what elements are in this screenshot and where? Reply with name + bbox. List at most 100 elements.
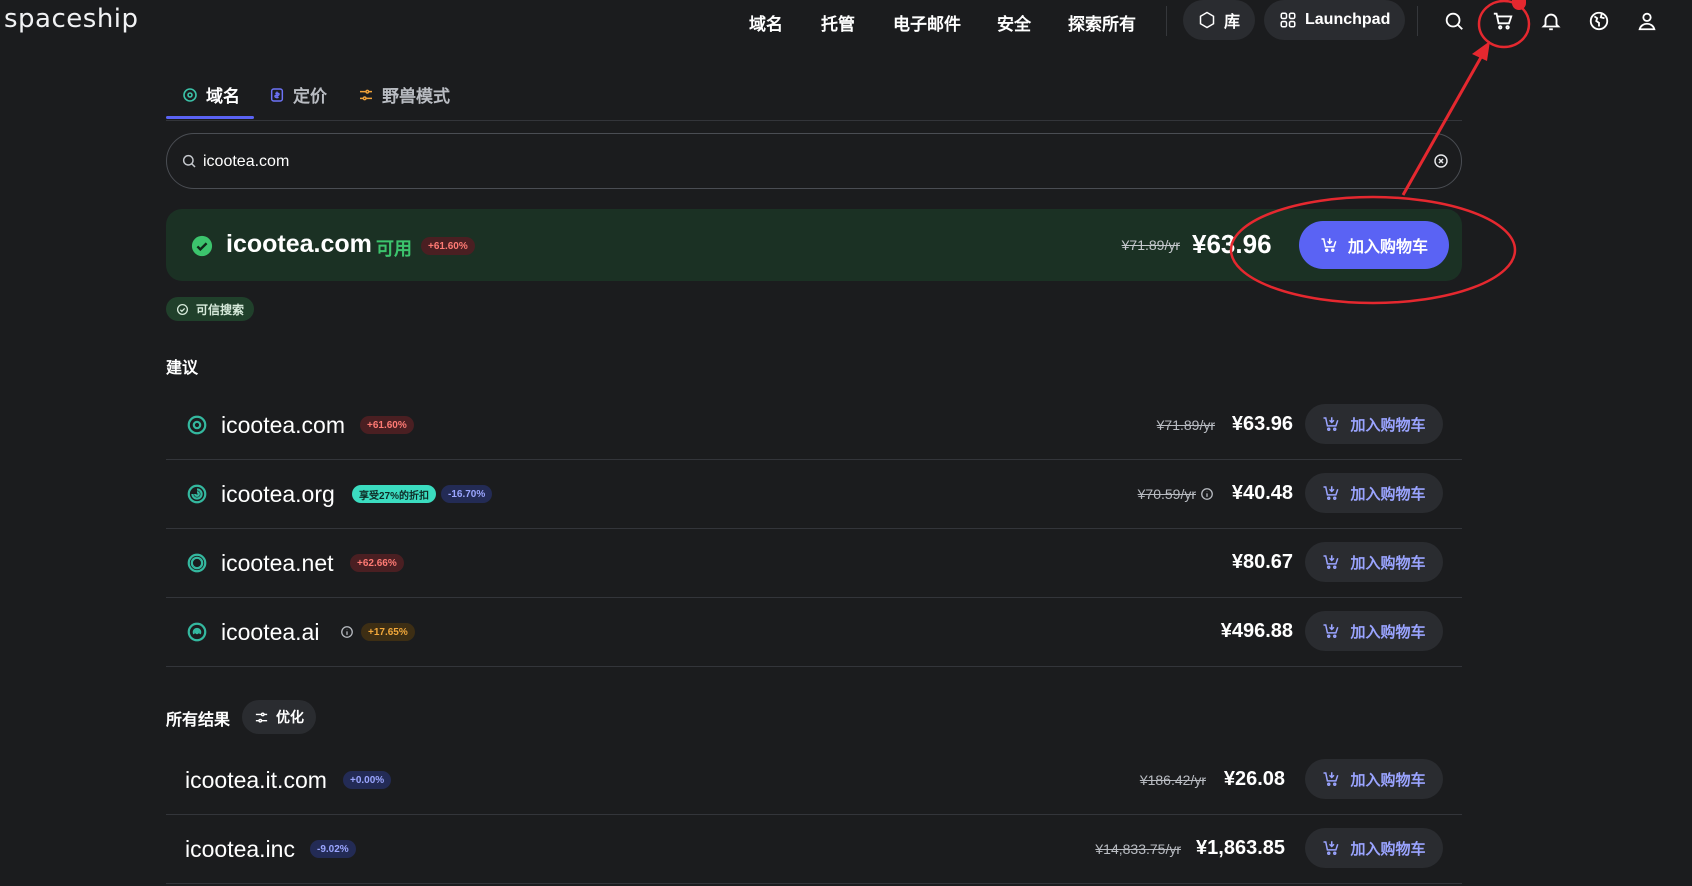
annotation-arrow-head	[1472, 41, 1490, 61]
refine-button[interactable]: 优化	[242, 700, 316, 734]
add-to-cart-label: 加入购物车	[1350, 554, 1426, 572]
bell-icon[interactable]	[1540, 10, 1562, 32]
globe-icon[interactable]	[1588, 10, 1610, 32]
original-price: ¥70.59/yr	[1137, 486, 1196, 502]
all-results-title: 所有结果	[166, 712, 231, 729]
nav-security[interactable]: 安全	[997, 10, 1031, 35]
nav-email[interactable]: 电子邮件	[893, 10, 961, 35]
check-circle-icon	[191, 235, 213, 257]
add-to-cart-label: 加入购物车	[1350, 623, 1426, 641]
refine-label: 优化	[276, 709, 304, 725]
tab-label: 定价	[293, 87, 327, 106]
add-to-cart-label: 加入购物车	[1347, 239, 1428, 256]
org-tld-icon	[186, 483, 208, 505]
nav-divider	[1166, 6, 1167, 36]
tabs-divider	[166, 120, 1462, 121]
logo[interactable]: spaceship	[4, 4, 139, 34]
cart-add-icon	[1322, 622, 1340, 640]
current-price: ¥1,863.85	[1196, 837, 1285, 859]
nav-hosting[interactable]: 托管	[821, 10, 855, 35]
add-to-cart-button[interactable]: 加入购物车	[1305, 759, 1443, 799]
add-to-cart-button[interactable]: 加入购物车	[1305, 404, 1443, 444]
tab-active-indicator	[166, 116, 254, 119]
hexagon-icon	[1198, 11, 1216, 29]
sliders-icon	[254, 710, 269, 725]
add-to-cart-button[interactable]: 加入购物车	[1305, 542, 1443, 582]
nav-domains[interactable]: 域名	[749, 10, 783, 35]
launchpad-button[interactable]: Launchpad	[1264, 0, 1406, 40]
domain-name: icootea.ai	[221, 619, 320, 645]
add-to-cart-button[interactable]: 加入购物车	[1305, 828, 1443, 868]
price-change-tag: +61.60%	[360, 416, 414, 434]
domain-name: icootea.inc	[185, 836, 295, 862]
info-icon[interactable]	[1200, 487, 1214, 501]
nav-explore-all[interactable]: 探索所有	[1068, 10, 1136, 35]
launchpad-label: Launchpad	[1305, 11, 1391, 28]
cart-icon[interactable]	[1492, 10, 1514, 32]
add-to-cart-label: 加入购物车	[1350, 840, 1426, 858]
cart-badge	[1512, 0, 1526, 10]
availability-status: 可用	[376, 239, 412, 259]
sliders-icon	[358, 87, 374, 103]
cart-add-icon	[1322, 415, 1340, 433]
price-change-tag: +0.00%	[343, 771, 392, 789]
com-tld-icon	[186, 414, 208, 436]
price-change-tag: +61.60%	[421, 237, 475, 255]
cart-add-icon	[1322, 484, 1340, 502]
domain-name: icootea.net	[221, 550, 334, 576]
search-icon[interactable]	[1443, 10, 1465, 32]
trusted-search-badge: 可信搜索	[166, 297, 255, 321]
discount-tag: 享受27%的折扣	[352, 485, 437, 503]
library-label: 库	[1224, 14, 1241, 31]
search-input[interactable]	[203, 149, 1383, 175]
price-change-tag: -9.02%	[310, 840, 356, 858]
tab-pricing[interactable]: 定价	[269, 82, 327, 107]
tab-beast-mode[interactable]: 野兽模式	[358, 82, 450, 107]
add-to-cart-label: 加入购物车	[1350, 416, 1426, 434]
suggestions-title: 建议	[166, 360, 199, 377]
price-tag-icon	[269, 87, 285, 103]
domain-name: icootea.com	[221, 412, 346, 438]
user-icon[interactable]	[1636, 10, 1658, 32]
cart-add-icon	[1322, 839, 1340, 857]
ai-tld-icon	[186, 621, 208, 643]
add-to-cart-button[interactable]: 加入购物车	[1299, 221, 1449, 269]
search-bar[interactable]	[166, 133, 1462, 189]
original-price: ¥71.89/yr	[1156, 417, 1215, 433]
net-tld-icon	[186, 552, 208, 574]
exact-match-domain: icootea.com	[226, 230, 372, 258]
info-icon[interactable]	[340, 625, 354, 639]
add-to-cart-button[interactable]: 加入购物车	[1305, 611, 1443, 651]
original-price: ¥14,833.75/yr	[1095, 841, 1181, 857]
original-price: ¥186.42/yr	[1139, 772, 1206, 788]
clear-search-icon[interactable]	[1433, 153, 1449, 169]
current-price: ¥63.96	[1231, 413, 1293, 435]
tab-domains[interactable]: 域名	[182, 82, 240, 107]
price-change-tag: +17.65%	[361, 623, 415, 641]
add-to-cart-button[interactable]: 加入购物车	[1305, 473, 1443, 513]
current-price: ¥40.48	[1231, 482, 1293, 504]
current-price: ¥496.88	[1220, 620, 1293, 642]
cart-add-icon	[1322, 770, 1340, 788]
current-price: ¥63.96	[1192, 229, 1272, 259]
check-circle-icon	[176, 303, 189, 316]
cart-add-icon	[1322, 553, 1340, 571]
target-icon	[182, 87, 198, 103]
search-icon	[181, 153, 197, 169]
cart-add-icon	[1320, 236, 1338, 254]
nav-divider	[1417, 6, 1418, 36]
price-change-tag: -16.70%	[441, 485, 493, 503]
current-price: ¥26.08	[1223, 768, 1285, 790]
grid-icon	[1279, 11, 1297, 29]
domain-name: icootea.it.com	[185, 767, 327, 793]
library-button[interactable]: 库	[1183, 0, 1256, 40]
tab-label: 野兽模式	[382, 87, 450, 106]
current-price: ¥80.67	[1231, 551, 1293, 573]
add-to-cart-label: 加入购物车	[1350, 771, 1426, 789]
add-to-cart-label: 加入购物车	[1350, 485, 1426, 503]
original-price: ¥71.89/yr	[1121, 237, 1180, 253]
price-change-tag: +62.66%	[350, 554, 404, 572]
domain-name: icootea.org	[221, 481, 335, 507]
tab-label: 域名	[206, 87, 240, 106]
trusted-search-label: 可信搜索	[196, 302, 245, 317]
